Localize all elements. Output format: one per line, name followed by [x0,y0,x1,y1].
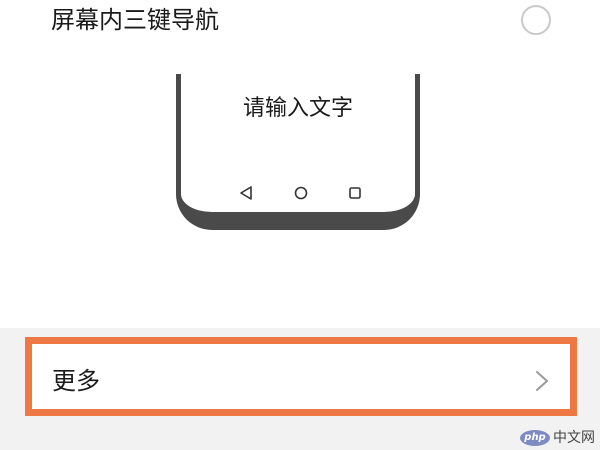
option-label: 屏幕内三键导航 [51,6,219,34]
watermark-text: 中文网 [553,430,595,446]
watermark: php 中文网 [520,428,598,448]
radio-button[interactable] [521,5,551,35]
input-placeholder-text: 请输入文字 [242,96,353,121]
recent-square-icon [349,187,361,199]
more-row[interactable]: 更多 [25,337,577,416]
three-key-nav-option[interactable]: 屏幕内三键导航 [0,0,600,44]
home-circle-icon [294,186,308,200]
watermark-logo: php [520,430,550,446]
more-label: 更多 [52,367,100,395]
settings-card: 屏幕内三键导航 请输入文字 [0,0,600,328]
chevron-right-icon [536,371,548,391]
phone-preview: 请输入文字 [176,74,420,230]
back-triangle-icon [240,186,252,200]
